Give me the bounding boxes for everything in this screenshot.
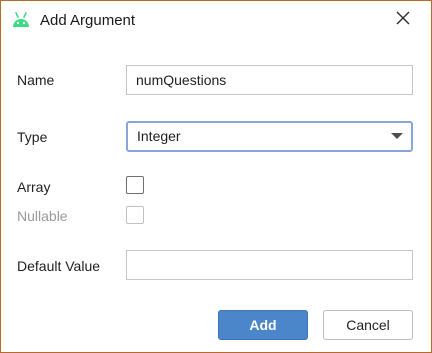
dialog-title: Add Argument bbox=[40, 12, 136, 29]
nullable-checkbox bbox=[126, 206, 144, 224]
array-checkbox[interactable] bbox=[126, 176, 144, 194]
add-argument-dialog: Add Argument Name numQuestions Type Inte… bbox=[0, 0, 432, 353]
chevron-down-icon bbox=[391, 133, 403, 139]
array-label: Array bbox=[17, 179, 51, 195]
close-icon bbox=[396, 11, 410, 30]
close-button[interactable] bbox=[387, 5, 419, 35]
type-dropdown[interactable]: Integer bbox=[126, 121, 413, 152]
type-label: Type bbox=[17, 129, 48, 145]
default-value-label: Default Value bbox=[17, 258, 101, 274]
nullable-label: Nullable bbox=[17, 208, 68, 224]
name-label: Name bbox=[17, 72, 55, 88]
add-button[interactable]: Add bbox=[218, 310, 308, 340]
title-bar[interactable]: Add Argument bbox=[1, 1, 431, 41]
android-icon bbox=[11, 11, 31, 29]
cancel-button[interactable]: Cancel bbox=[323, 310, 413, 340]
type-selected-value: Integer bbox=[137, 128, 181, 144]
default-value-input[interactable] bbox=[126, 250, 413, 280]
name-input[interactable]: numQuestions bbox=[126, 65, 413, 95]
